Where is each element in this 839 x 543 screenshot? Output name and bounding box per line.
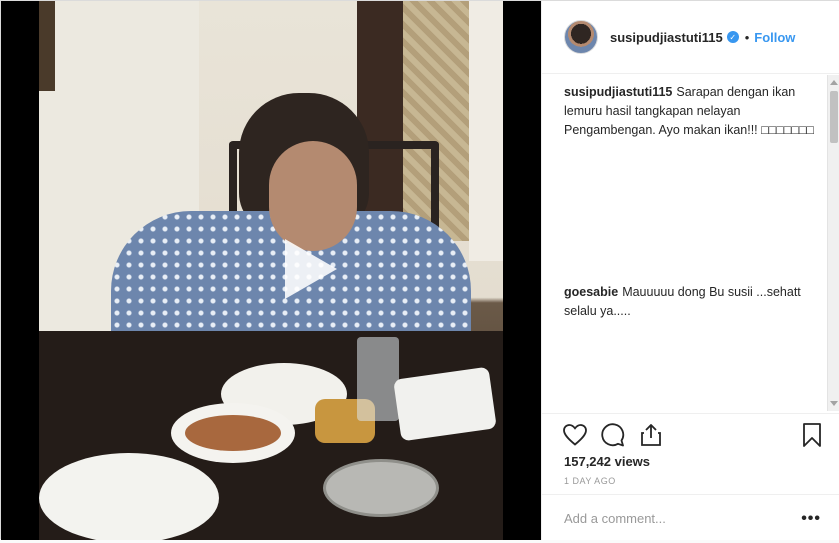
video-scene-frame [39,1,55,91]
follow-button[interactable]: Follow [754,30,795,45]
play-icon[interactable] [285,239,337,299]
view-count: 157,242 views [564,454,651,469]
post-header: susipudjiastuti115 ✓ • Follow [542,1,839,74]
post-side-panel: susipudjiastuti115 ✓ • Follow susipudjia… [541,1,839,540]
video-scene-wall-right [469,1,503,261]
instagram-post: susipudjiastuti115 ✓ • Follow susipudjia… [0,0,839,540]
comment-username[interactable]: susipudjiastuti115 [564,85,672,99]
header-username[interactable]: susipudjiastuti115 [610,30,723,45]
video-scene-glass [357,337,399,421]
comments-scrollbar[interactable] [827,75,839,411]
scrollbar-thumb[interactable] [830,91,838,143]
add-comment-input[interactable] [564,511,784,526]
caption: susipudjiastuti115 Sarapan dengan ikan le… [564,83,821,273]
comment-bubble-icon[interactable] [600,422,626,448]
video-frame[interactable] [39,1,503,540]
post-actions: 157,242 views 1 DAY AGO ••• [542,413,839,543]
video-scene-saucer [323,459,439,517]
video-player[interactable] [1,1,541,540]
list-item: goesabie Mauuuuu dong Bu susii ...sehatt … [564,283,821,321]
video-scene-person-face [269,141,357,251]
video-scene-soup [185,415,281,451]
separator-dot: • [744,29,750,45]
heart-icon[interactable] [562,422,588,448]
video-scene-fish-plate-large [39,453,219,540]
video-scene-napkin [393,366,497,442]
share-icon[interactable] [638,422,664,448]
scroll-up-arrow-icon[interactable] [830,80,838,85]
more-options-icon[interactable]: ••• [801,510,821,528]
verified-badge-icon: ✓ [726,31,739,43]
post-timestamp[interactable]: 1 DAY AGO [564,476,616,486]
add-comment-bar: ••• [542,494,839,542]
comments-list: susipudjiastuti115 Sarapan dengan ikan le… [542,75,839,411]
avatar[interactable] [564,20,598,54]
action-icons [562,422,664,448]
bookmark-icon[interactable] [799,422,825,448]
scroll-down-arrow-icon[interactable] [830,401,838,406]
comment-username[interactable]: goesabie [564,285,618,299]
